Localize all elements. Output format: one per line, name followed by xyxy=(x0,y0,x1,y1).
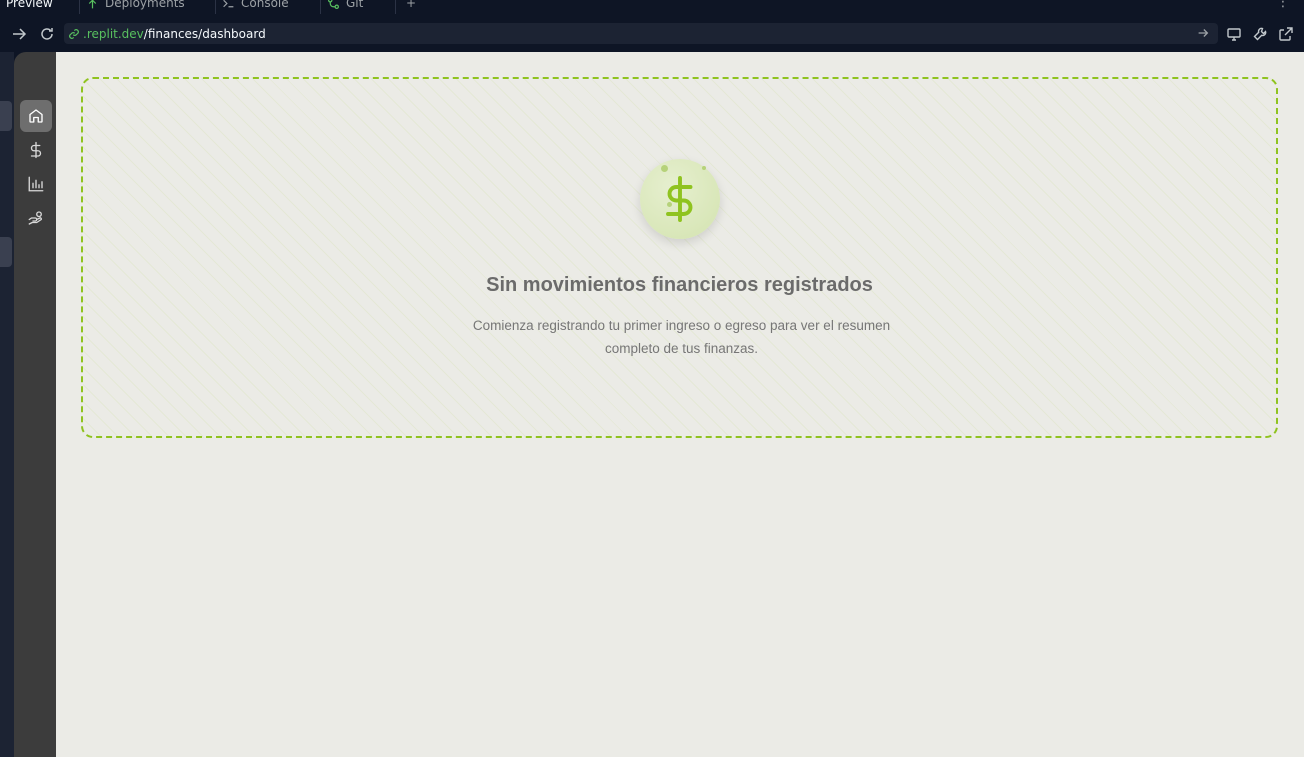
empty-state-card: Sin movimientos financieros registrados … xyxy=(81,77,1278,438)
empty-state-title: Sin movimientos financieros registrados xyxy=(486,274,873,296)
tab-deployments-label: Deployments xyxy=(105,0,185,10)
console-icon xyxy=(223,0,234,7)
dollar-icon xyxy=(30,141,42,159)
url-field[interactable]: .replit.dev/finances/dashboard xyxy=(64,23,1218,44)
empty-state-coin xyxy=(640,159,720,239)
sidebar-item-finances[interactable] xyxy=(20,134,52,166)
git-icon xyxy=(328,0,339,9)
more-menu-icon[interactable]: ⋮ xyxy=(1276,0,1290,10)
empty-state-description: Comienza registrando tu primer ingreso o… xyxy=(472,318,891,356)
home-icon xyxy=(29,109,43,123)
go-arrow-icon[interactable] xyxy=(1196,26,1210,40)
add-tab-button[interactable]: + xyxy=(400,0,424,14)
link-icon xyxy=(69,28,79,39)
dashboard-main: Sin movimientos financieros registrados … xyxy=(56,52,1304,757)
device-preview-icon[interactable] xyxy=(1226,26,1242,42)
hand-coins-icon xyxy=(28,211,43,225)
ide-strip-selected-item[interactable] xyxy=(0,101,12,131)
app-sidebar xyxy=(14,52,56,757)
decorative-dot xyxy=(667,202,672,207)
devtools-wrench-icon[interactable] xyxy=(1252,26,1268,42)
dollar-icon xyxy=(666,176,693,222)
bar-chart-icon xyxy=(28,176,44,192)
reload-icon[interactable] xyxy=(39,26,55,42)
ide-strip-selected-item[interactable] xyxy=(0,237,12,267)
tab-preview[interactable]: Preview xyxy=(0,0,80,14)
sidebar-item-home[interactable] xyxy=(20,100,52,132)
tab-divider xyxy=(395,0,396,14)
tab-console-label: Console xyxy=(241,0,289,10)
tab-console[interactable]: Console xyxy=(216,0,321,14)
forward-arrow-icon[interactable] xyxy=(11,26,27,42)
plus-icon: + xyxy=(406,0,417,10)
decorative-dot xyxy=(661,165,668,172)
open-new-tab-icon[interactable] xyxy=(1278,26,1294,42)
preview-url-bar: .replit.dev/finances/dashboard xyxy=(0,15,1304,52)
url-path: /finances/dashboard xyxy=(143,26,266,41)
decorative-dot xyxy=(702,166,706,170)
sidebar-item-payments[interactable] xyxy=(20,202,52,234)
tab-git-label: Git xyxy=(346,0,364,10)
tab-preview-label: Preview xyxy=(6,0,53,10)
tab-git[interactable]: Git xyxy=(321,0,396,14)
tab-deployments[interactable]: Deployments xyxy=(80,0,216,14)
workspace-tab-bar: Preview Deployments Console Git + ⋮ xyxy=(0,0,1304,15)
deployments-icon xyxy=(88,0,97,8)
ide-activity-strip xyxy=(0,52,14,757)
url-domain: .replit.dev xyxy=(83,26,144,41)
sidebar-item-reports[interactable] xyxy=(20,168,52,200)
